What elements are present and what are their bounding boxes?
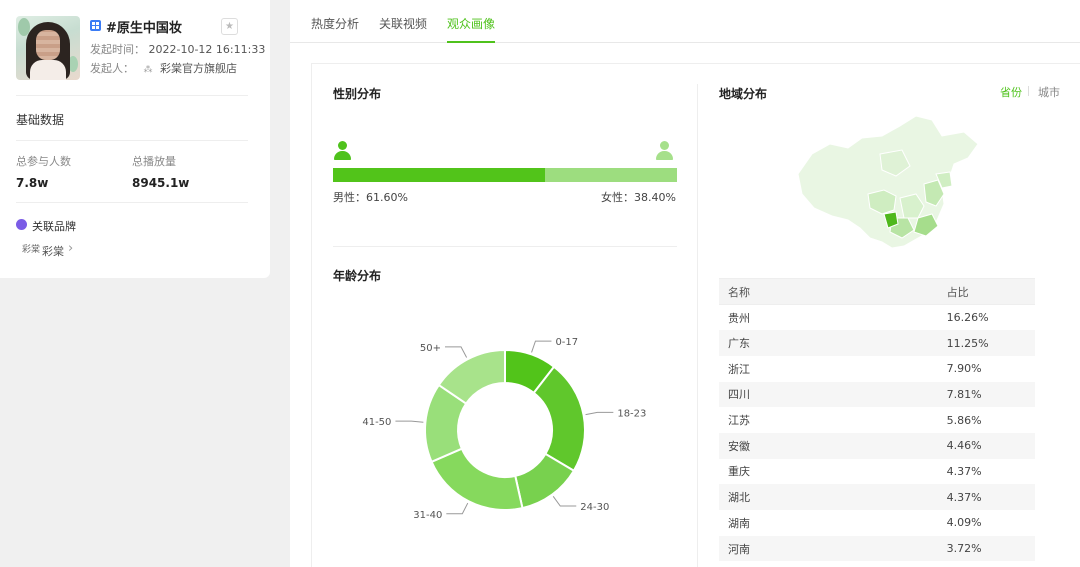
donut-leader-line	[395, 420, 424, 423]
male-ratio-label: 男性：61.60%	[333, 191, 408, 204]
divider	[16, 140, 248, 141]
brand-badge-icon	[16, 219, 27, 230]
donut-label: 50+	[420, 343, 441, 354]
donut-leader-line	[445, 346, 468, 358]
tab-heat-analysis[interactable]: 热度分析	[311, 15, 359, 32]
tab-related-videos[interactable]: 关联视频	[379, 15, 427, 32]
gender-ratio-bar	[333, 168, 677, 182]
divider	[333, 246, 677, 247]
topic-creator-value[interactable]: 彩棠官方旗舰店	[160, 62, 237, 75]
region-title: 地域分布	[719, 87, 768, 101]
active-tab-indicator	[447, 41, 495, 43]
region-ratio: 7.90%	[946, 362, 982, 376]
table-row: 湖北 4.37%	[719, 484, 1035, 510]
column-header-ratio: 占比	[946, 278, 1035, 305]
basic-data-title: 基础数据	[16, 113, 65, 127]
table-header-row: 名称 占比	[719, 278, 1035, 305]
topic-creator: 发起人： ⁂ 彩棠官方旗舰店	[90, 60, 237, 76]
shop-icon: ⁂	[143, 65, 153, 75]
audience-content: 性别分布 男性：61.60% 女性：38.40% 年龄分布 0-17 18-23 2…	[311, 63, 1080, 567]
female-ratio-label: 女性：38.40%	[601, 191, 676, 204]
stat-participants-value: 7.8w	[16, 176, 49, 190]
region-ratio: 4.46%	[946, 432, 1035, 459]
stat-plays-value: 8945.1w	[132, 176, 190, 190]
table-row: 四川 7.81%	[719, 381, 1035, 408]
region-name: 广东	[719, 330, 947, 356]
chevron-right-icon[interactable]: ›	[68, 241, 73, 256]
table-row: 河南 3.72%	[719, 535, 1035, 562]
divider	[1028, 86, 1029, 96]
divider	[16, 95, 248, 96]
male-icon	[333, 141, 351, 161]
topic-icon	[90, 20, 101, 31]
male-ratio-fill	[333, 168, 545, 182]
region-name: 浙江	[728, 362, 750, 376]
brand-name[interactable]: 彩棠	[42, 243, 64, 259]
region-name: 贵州	[728, 311, 750, 325]
donut-leader-line	[446, 502, 469, 515]
donut-leader-line	[585, 411, 614, 416]
region-ratio: 7.81%	[946, 381, 1035, 408]
region-ratio: 5.86%	[946, 413, 982, 427]
topic-creator-label: 发起人：	[90, 62, 134, 75]
age-title: 年龄分布	[333, 269, 382, 283]
tab-bar: 热度分析 关联视频 观众画像	[290, 0, 1080, 43]
divider	[16, 202, 248, 203]
tab-audience-profile[interactable]: 观众画像	[447, 15, 495, 32]
table-row: 重庆 4.37%	[719, 459, 1035, 485]
donut-label: 18-23	[617, 408, 646, 419]
stat-plays-label: 总播放量	[132, 155, 176, 168]
donut-slice-31-40[interactable]	[430, 447, 524, 511]
main-panel: 热度分析 关联视频 观众画像 性别分布 男性：61.60% 女性：38.40% …	[290, 0, 1080, 567]
table-row: 广东 11.25%	[719, 330, 1035, 356]
region-ratio: 16.26%	[946, 311, 989, 325]
topic-title: #原生中国妆	[106, 21, 182, 36]
donut-label: 31-40	[413, 510, 442, 521]
region-ratio: 4.37%	[946, 484, 1035, 510]
donut-label: 0-17	[555, 337, 578, 348]
table-row: 安徽 4.46%	[719, 432, 1035, 459]
topic-avatar	[16, 16, 80, 80]
female-icon	[655, 141, 673, 161]
donut-label: 24-30	[580, 502, 609, 513]
table-row: 江苏 5.86%	[719, 407, 1035, 433]
region-name: 河南	[719, 535, 947, 562]
gender-title: 性别分布	[333, 87, 382, 101]
topic-time-value: 2022-10-12 16:11:33	[148, 43, 266, 56]
region-name: 重庆	[728, 465, 750, 479]
region-name: 四川	[719, 381, 947, 408]
column-header-name: 名称	[719, 278, 947, 305]
stat-participants-label: 总参与人数	[16, 155, 71, 168]
table-row: 贵州 16.26%	[719, 305, 1035, 331]
region-name: 湖北	[719, 484, 947, 510]
region-ratio: 4.09%	[946, 516, 982, 530]
favorite-star-icon[interactable]: ★	[221, 18, 238, 35]
region-ratio: 3.72%	[946, 535, 1035, 562]
region-name: 安徽	[719, 432, 947, 459]
topic-time-label: 发起时间：	[90, 43, 145, 56]
table-row: 湖南 4.09%	[719, 510, 1035, 536]
donut-leader-line	[552, 496, 577, 507]
region-ratio: 4.37%	[946, 464, 982, 478]
table-row: 浙江 7.90%	[719, 356, 1035, 382]
china-map	[797, 115, 979, 249]
topic-time: 发起时间： 2022-10-12 16:11:33	[90, 41, 265, 57]
divider	[697, 84, 698, 567]
region-tab-city[interactable]: 城市	[1038, 84, 1060, 100]
donut-slice-18-23[interactable]	[532, 365, 586, 473]
region-tab-province[interactable]: 省份	[1000, 84, 1022, 100]
region-ratio: 11.25%	[946, 330, 1035, 356]
age-donut-chart: 0-17 18-23 24-30 31-40 41-50 50+	[362, 337, 646, 521]
brand-logo: 彩棠	[22, 245, 41, 255]
region-name: 湖南	[728, 516, 750, 530]
brand-title: 关联品牌	[32, 220, 76, 233]
topic-card: #原生中国妆 ★ 发起时间： 2022-10-12 16:11:33 发起人： …	[0, 0, 270, 278]
donut-leader-line	[531, 340, 552, 353]
donut-label: 41-50	[362, 417, 391, 428]
region-name: 江苏	[728, 414, 750, 428]
region-table: 名称 占比 贵州 16.26% 广东 11.25% 浙江 7.90% 四川 7.81% …	[719, 278, 1035, 562]
